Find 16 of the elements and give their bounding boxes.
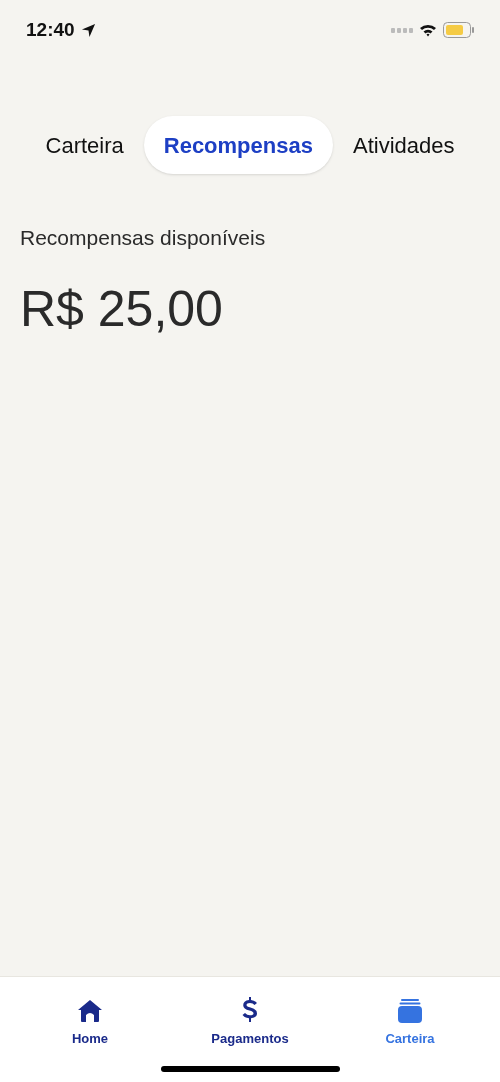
tab[interactable]: Atividades xyxy=(352,116,455,174)
location-arrow-icon xyxy=(80,22,96,38)
dollar-icon xyxy=(242,997,258,1023)
home-icon xyxy=(77,999,103,1023)
status-time: 12:40 xyxy=(26,17,75,42)
cards-stack-icon xyxy=(398,999,422,1023)
nav-item[interactable]: Home xyxy=(30,997,150,1049)
signal-icon xyxy=(391,27,413,33)
tab[interactable]: Recompensas xyxy=(143,116,333,174)
rewards-label: Recompensas disponíveis xyxy=(20,225,267,251)
nav-item[interactable]: Pagamentos xyxy=(190,997,310,1049)
tab[interactable]: Carteira xyxy=(45,116,124,174)
wifi-icon xyxy=(419,23,437,37)
rewards-amount: R$ 25,00 xyxy=(20,283,224,334)
battery-icon xyxy=(443,22,474,38)
nav-item[interactable]: Carteira xyxy=(350,997,470,1049)
